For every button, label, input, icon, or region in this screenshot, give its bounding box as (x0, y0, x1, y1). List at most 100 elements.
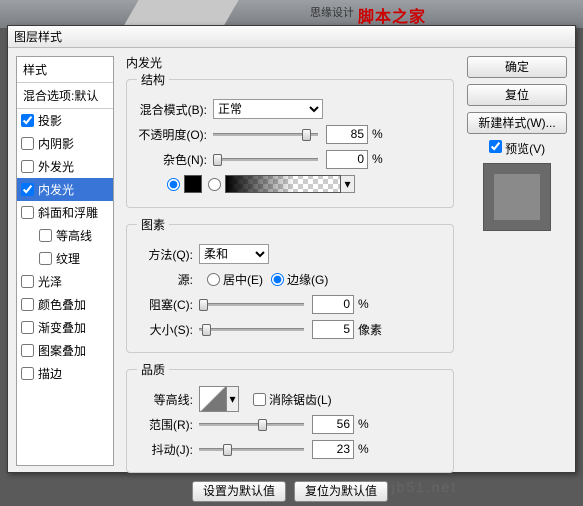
contour-picker[interactable] (199, 386, 227, 412)
blend-mode-select[interactable]: 正常 (213, 99, 323, 119)
sidebar-header-styles[interactable]: 样式 (17, 57, 113, 83)
sidebar-checkbox-10[interactable] (21, 344, 34, 357)
sidebar-checkbox-0[interactable] (21, 114, 34, 127)
size-input[interactable]: 5 (312, 320, 354, 339)
sidebar-checkbox-1[interactable] (21, 137, 34, 150)
sidebar-checkbox-7[interactable] (21, 275, 34, 288)
sidebar-checkbox-2[interactable] (21, 160, 34, 173)
structure-legend: 结构 (137, 71, 169, 88)
jitter-input[interactable]: 23 (312, 440, 354, 459)
elements-legend: 图素 (137, 216, 169, 233)
sidebar-checkbox-9[interactable] (21, 321, 34, 334)
contour-dropdown[interactable]: ▾ (227, 386, 239, 412)
sidebar-checkbox-8[interactable] (21, 298, 34, 311)
sidebar-label: 光泽 (38, 273, 62, 290)
choke-unit: % (358, 297, 369, 311)
antialias-label: 消除锯齿(L) (269, 391, 332, 408)
range-slider[interactable] (199, 415, 304, 433)
source-edge-label: 边缘(G) (287, 271, 328, 288)
noise-slider[interactable] (213, 150, 318, 168)
jitter-unit: % (358, 442, 369, 456)
jitter-slider[interactable] (199, 440, 304, 458)
sidebar-label: 内发光 (38, 181, 74, 198)
opacity-label: 不透明度(O): (137, 126, 207, 143)
size-label: 大小(S): (137, 321, 193, 338)
sidebar-item-1[interactable]: 内阴影 (17, 132, 113, 155)
technique-label: 方法(Q): (137, 246, 193, 263)
gradient-dropdown[interactable]: ▾ (341, 175, 355, 193)
size-unit: 像素 (358, 321, 382, 338)
sidebar-checkbox-11[interactable] (21, 367, 34, 380)
sidebar-label: 等高线 (56, 227, 92, 244)
sidebar-item-7[interactable]: 光泽 (17, 270, 113, 293)
sidebar-checkbox-3[interactable] (21, 183, 34, 196)
panel-title: 内发光 (126, 54, 162, 71)
sidebar-label: 纹理 (56, 250, 80, 267)
sidebar-item-11[interactable]: 描边 (17, 362, 113, 385)
sidebar-header-blend[interactable]: 混合选项:默认 (17, 83, 113, 109)
color-swatch[interactable] (184, 175, 202, 193)
sidebar-item-8[interactable]: 颜色叠加 (17, 293, 113, 316)
noise-label: 杂色(N): (137, 151, 207, 168)
sidebar-item-6[interactable]: 纹理 (17, 247, 113, 270)
sidebar-item-4[interactable]: 斜面和浮雕 (17, 201, 113, 224)
reset-default-button[interactable]: 复位为默认值 (294, 481, 388, 502)
sidebar-label: 描边 (38, 365, 62, 382)
cancel-button[interactable]: 复位 (467, 84, 567, 106)
main-panel: 内发光 结构 混合模式(B): 正常 不透明度(O): 85 % 杂色(N): … (122, 54, 454, 467)
color-radio[interactable] (167, 178, 180, 191)
sidebar-checkbox-6[interactable] (39, 252, 52, 265)
source-center-radio[interactable] (207, 273, 220, 286)
quality-group: 品质 等高线: ▾ 消除锯齿(L) 范围(R): 56 % 抖动(J): 23 … (126, 361, 454, 473)
preview-swatch (483, 163, 551, 231)
jitter-label: 抖动(J): (137, 441, 193, 458)
sidebar-label: 颜色叠加 (38, 296, 86, 313)
sidebar-item-5[interactable]: 等高线 (17, 224, 113, 247)
watermark-text: 思缘设计 (310, 4, 354, 20)
sidebar-item-2[interactable]: 外发光 (17, 155, 113, 178)
sidebar-checkbox-4[interactable] (21, 206, 34, 219)
opacity-slider[interactable] (213, 125, 318, 143)
source-label: 源: (137, 271, 193, 288)
sidebar-item-9[interactable]: 渐变叠加 (17, 316, 113, 339)
styles-sidebar: 样式 混合选项:默认 投影内阴影外发光内发光斜面和浮雕等高线纹理光泽颜色叠加渐变… (16, 56, 114, 466)
choke-label: 阻塞(C): (137, 296, 193, 313)
opacity-input[interactable]: 85 (326, 125, 368, 144)
make-default-button[interactable]: 设置为默认值 (192, 481, 286, 502)
choke-slider[interactable] (199, 295, 304, 313)
opacity-unit: % (372, 127, 383, 141)
sidebar-item-10[interactable]: 图案叠加 (17, 339, 113, 362)
source-edge-radio[interactable] (271, 273, 284, 286)
range-unit: % (358, 417, 369, 431)
sidebar-item-0[interactable]: 投影 (17, 109, 113, 132)
quality-legend: 品质 (137, 361, 169, 378)
noise-input[interactable]: 0 (326, 150, 368, 169)
ok-button[interactable]: 确定 (467, 56, 567, 78)
elements-group: 图素 方法(Q): 柔和 源: 居中(E) 边缘(G) 阻塞(C): 0 % 大… (126, 216, 454, 353)
preview-checkbox[interactable] (489, 140, 502, 153)
sidebar-label: 图案叠加 (38, 342, 86, 359)
source-center-label: 居中(E) (223, 271, 263, 288)
range-label: 范围(R): (137, 416, 193, 433)
noise-unit: % (372, 152, 383, 166)
technique-select[interactable]: 柔和 (199, 244, 269, 264)
new-style-button[interactable]: 新建样式(W)... (467, 112, 567, 134)
preview-label: 预览(V) (505, 142, 545, 156)
structure-group: 结构 混合模式(B): 正常 不透明度(O): 85 % 杂色(N): 0 % … (126, 71, 454, 208)
sidebar-checkbox-5[interactable] (39, 229, 52, 242)
sidebar-label: 外发光 (38, 158, 74, 175)
layer-style-dialog: 图层样式 样式 混合选项:默认 投影内阴影外发光内发光斜面和浮雕等高线纹理光泽颜… (7, 25, 576, 473)
gradient-picker[interactable] (225, 175, 341, 193)
sidebar-label: 内阴影 (38, 135, 74, 152)
choke-input[interactable]: 0 (312, 295, 354, 314)
sidebar-label: 渐变叠加 (38, 319, 86, 336)
sidebar-item-3[interactable]: 内发光 (17, 178, 113, 201)
watermark-site: 脚本之家 (358, 3, 426, 27)
antialias-checkbox[interactable] (253, 393, 266, 406)
size-slider[interactable] (199, 320, 304, 338)
dialog-title: 图层样式 (8, 26, 575, 48)
sidebar-label: 投影 (38, 112, 62, 129)
gradient-radio[interactable] (208, 178, 221, 191)
range-input[interactable]: 56 (312, 415, 354, 434)
right-buttons: 确定 复位 新建样式(W)... 预览(V) (467, 56, 567, 237)
